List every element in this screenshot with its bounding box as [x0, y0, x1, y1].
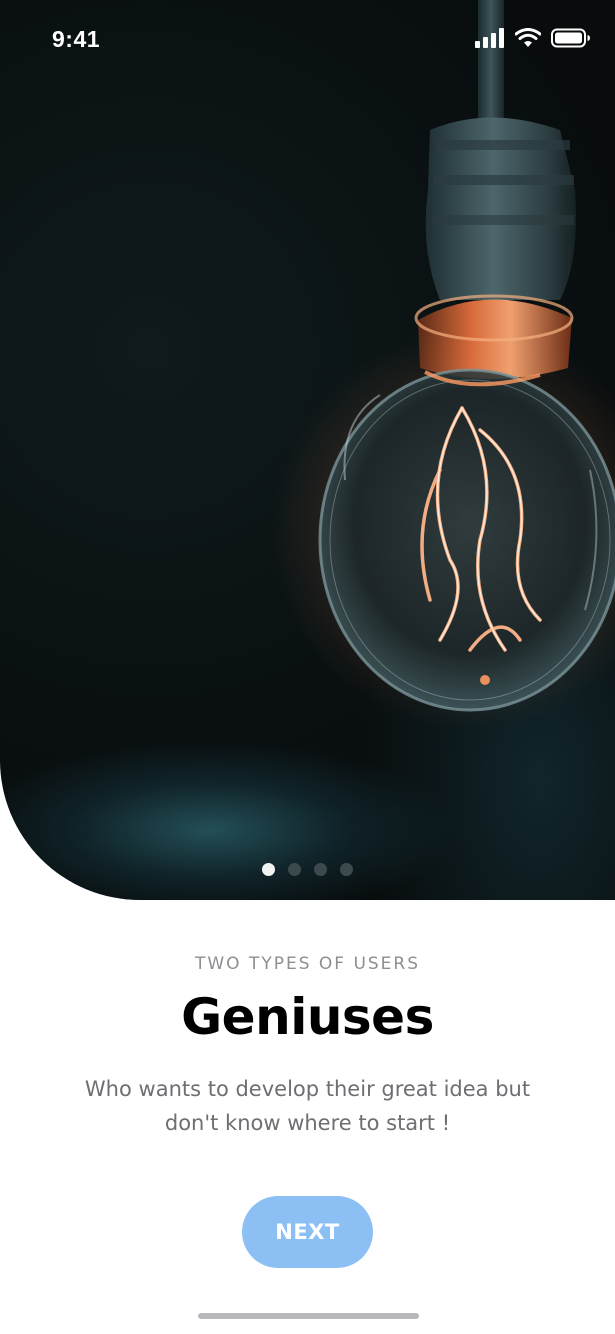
status-icons — [475, 26, 591, 50]
home-indicator[interactable] — [198, 1313, 419, 1319]
wifi-icon — [515, 28, 541, 47]
pagination-dot-1[interactable] — [262, 863, 275, 876]
pagination-dots — [262, 863, 353, 876]
lightbulb-illustration — [270, 0, 615, 730]
onboarding-screen: 9:41 TWO TYPES OF USERS Geniuses Who wan… — [0, 0, 615, 1334]
pagination-dot-3[interactable] — [314, 863, 327, 876]
pagination-dot-2[interactable] — [288, 863, 301, 876]
description-text: Who wants to develop their great idea bu… — [84, 1077, 531, 1135]
eyebrow-label: TWO TYPES OF USERS — [194, 954, 421, 974]
status-bar: 9:41 — [0, 0, 615, 80]
cellular-signal-icon — [475, 28, 504, 48]
battery-icon — [551, 28, 590, 48]
next-button[interactable]: NEXT — [242, 1196, 373, 1268]
pagination-dot-4[interactable] — [340, 863, 353, 876]
page-title: Geniuses — [181, 988, 434, 1046]
status-time: 9:41 — [52, 26, 101, 52]
hero-image — [0, 0, 615, 900]
